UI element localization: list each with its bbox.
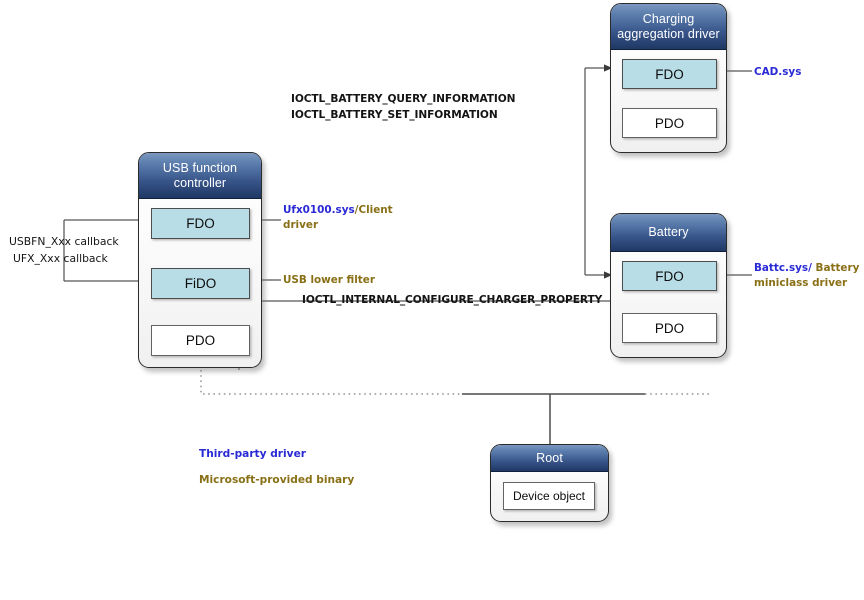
usbfn-callback-label: USBFN_Xxx callback — [9, 235, 119, 248]
ufx-driver-label: Ufx0100.sys/Client driver — [283, 203, 399, 233]
ufx-callback-label: UFX_Xxx callback — [13, 252, 108, 265]
cad-fdo-box[interactable]: FDO — [622, 59, 717, 89]
node-battery[interactable]: Battery FDO PDO — [610, 213, 727, 358]
usb-fdo-box[interactable]: FDO — [151, 208, 250, 239]
root-title: Root — [491, 445, 608, 472]
usb-fido-label: FiDO — [184, 276, 217, 291]
root-device-object-label: Device object — [512, 489, 586, 503]
usb-fido-box[interactable]: FiDO — [151, 268, 250, 299]
charging-aggregation-driver-title: Charging aggregation driver — [611, 4, 726, 50]
battery-title: Battery — [611, 214, 726, 252]
usb-pdo-box[interactable]: PDO — [151, 325, 250, 356]
usb-fdo-label: FDO — [186, 216, 215, 231]
node-charging-aggregation-driver[interactable]: Charging aggregation driver FDO PDO — [610, 3, 727, 153]
battc-driver-label: Battc.sys/ Battery miniclass driver — [754, 261, 860, 291]
battery-fdo-box[interactable]: FDO — [622, 261, 717, 291]
usb-pdo-label: PDO — [185, 333, 216, 348]
usb-function-controller-title: USB function controller — [139, 153, 261, 199]
dotted-tree-left — [200, 370, 462, 395]
usb-lower-filter-label: USB lower filter — [283, 274, 375, 286]
legend-microsoft-provided-binary: Microsoft-provided binary — [199, 474, 355, 486]
diagram-canvas: USB function controller FDO FiDO PDO Cha… — [0, 0, 864, 600]
cad-pdo-box[interactable]: PDO — [622, 108, 717, 138]
battery-pdo-label: PDO — [654, 320, 685, 336]
legend-third-party-driver: Third-party driver — [199, 448, 306, 460]
root-device-object-box[interactable]: Device object — [503, 482, 595, 510]
cad-fdo-label: FDO — [655, 66, 684, 82]
ioctl-battery-query-label: IOCTL_BATTERY_QUERY_INFORMATION — [291, 93, 516, 105]
ioctl-internal-configure-charger-label: IOCTL_INTERNAL_CONFIGURE_CHARGER_PROPERT… — [302, 294, 603, 306]
cad-pdo-label: PDO — [654, 115, 685, 131]
battery-pdo-box[interactable]: PDO — [622, 313, 717, 343]
battery-fdo-label: FDO — [655, 268, 684, 284]
battc-driver-binary: Battc.sys/ — [754, 262, 812, 274]
ioctl-battery-set-label: IOCTL_BATTERY_SET_INFORMATION — [291, 109, 498, 121]
node-usb-function-controller[interactable]: USB function controller FDO FiDO PDO — [138, 152, 262, 368]
node-root[interactable]: Root Device object — [490, 444, 609, 522]
cad-driver-label: CAD.sys — [754, 66, 802, 78]
ufx-driver-binary: Ufx0100.sys — [283, 204, 355, 216]
